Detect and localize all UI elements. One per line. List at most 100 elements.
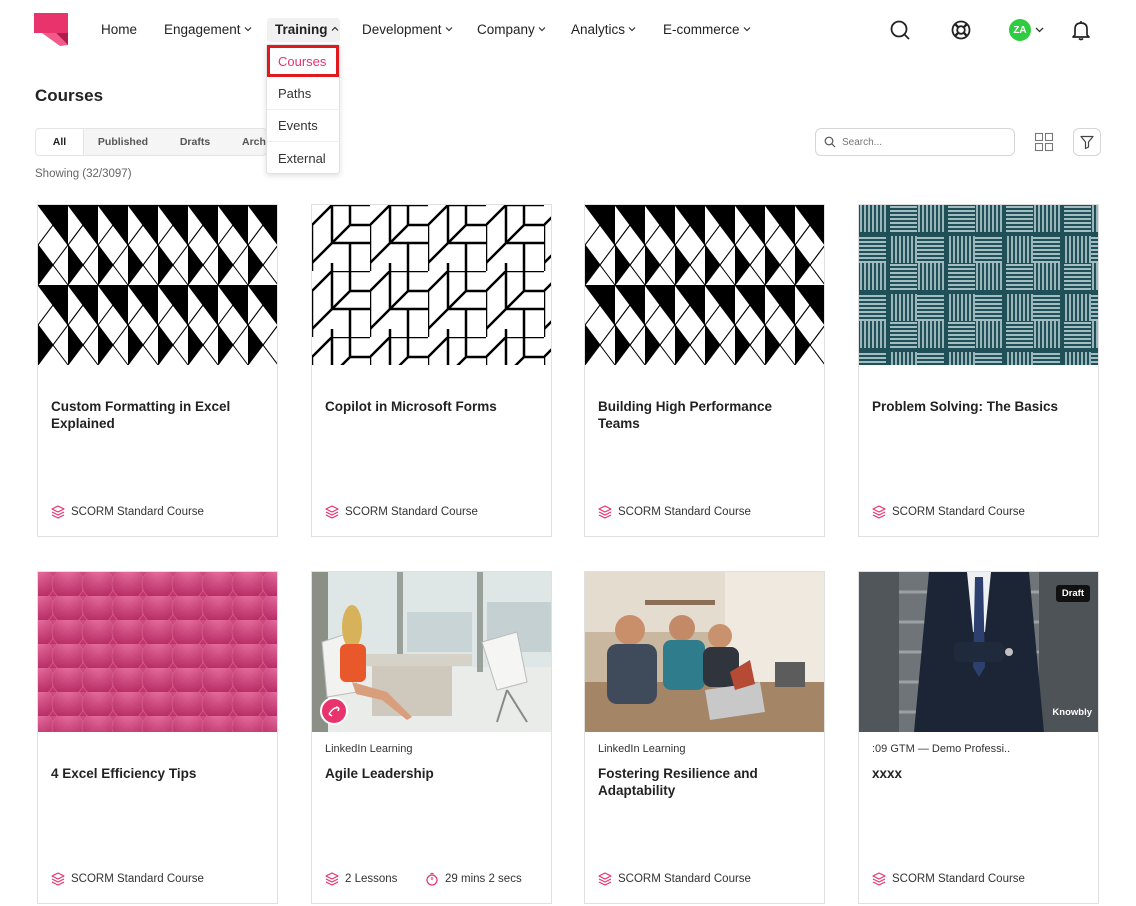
- course-card[interactable]: LinkedIn Learning Agile Leadership 2 Les…: [311, 571, 552, 904]
- menu-item-paths[interactable]: Paths: [267, 78, 339, 110]
- menu-item-courses[interactable]: Courses: [267, 45, 339, 77]
- linkedin-learning-badge-icon: [320, 697, 348, 725]
- course-thumbnail: [585, 205, 824, 365]
- course-type-label: SCORM Standard Course: [345, 506, 478, 518]
- course-type-label: SCORM Standard Course: [892, 873, 1025, 885]
- layers-icon: [325, 505, 339, 519]
- course-type-label: SCORM Standard Course: [892, 506, 1025, 518]
- layers-icon: [598, 505, 612, 519]
- nav-home-label: Home: [101, 21, 138, 37]
- search-icon: [824, 136, 836, 148]
- notification-bell-icon[interactable]: [1068, 17, 1094, 43]
- chevron-down-icon: [538, 27, 546, 32]
- nav-development[interactable]: Development: [362, 18, 453, 40]
- course-duration: 29 mins 2 secs: [425, 872, 522, 886]
- course-title: Problem Solving: The Basics: [872, 399, 1059, 414]
- course-title: 4 Excel Efficiency Tips: [51, 766, 197, 781]
- nav-company-label: Company: [477, 21, 535, 37]
- layers-icon: [51, 505, 65, 519]
- search-icon[interactable]: [887, 17, 913, 43]
- course-duration-label: 29 mins 2 secs: [445, 873, 522, 885]
- course-thumbnail: [312, 205, 551, 365]
- nav-development-label: Development: [362, 21, 442, 37]
- chevron-down-icon: [244, 27, 251, 32]
- course-thumbnail: [859, 205, 1098, 365]
- nav-home[interactable]: Home: [101, 18, 137, 40]
- nav-analytics-label: Analytics: [571, 21, 626, 37]
- filter-button[interactable]: [1073, 128, 1101, 156]
- search-input[interactable]: [842, 136, 1002, 148]
- course-type-label: SCORM Standard Course: [618, 873, 751, 885]
- layers-icon: [51, 872, 65, 886]
- course-type-label: SCORM Standard Course: [618, 506, 751, 518]
- course-lessons: 2 Lessons: [325, 872, 397, 886]
- course-card[interactable]: Custom Formatting in Excel Explained SCO…: [37, 204, 278, 537]
- course-provider: LinkedIn Learning: [325, 743, 413, 755]
- nav-ecommerce-label: E-commerce: [663, 21, 740, 37]
- chevron-down-icon[interactable]: [1035, 25, 1044, 34]
- nav-engagement-label: Engagement: [164, 21, 241, 37]
- menu-item-events[interactable]: Events: [267, 110, 339, 142]
- draft-badge: Draft: [1055, 585, 1090, 602]
- course-provider: :09 GTM — Demo Professi..: [872, 743, 1011, 755]
- course-card[interactable]: Copilot in Microsoft Forms SCORM Standar…: [311, 204, 552, 537]
- course-title: Fostering Resilience and Adaptability: [598, 766, 758, 798]
- layers-icon: [598, 872, 612, 886]
- course-type: SCORM Standard Course: [51, 505, 204, 519]
- user-avatar[interactable]: ZA: [1009, 19, 1031, 41]
- course-type: SCORM Standard Course: [325, 505, 478, 519]
- course-thumbnail: [38, 205, 277, 365]
- course-card[interactable]: 4 Excel Efficiency Tips SCORM Standard C…: [37, 571, 278, 904]
- nav-training[interactable]: Training: [275, 18, 339, 40]
- menu-item-external[interactable]: External: [267, 142, 339, 174]
- chevron-down-icon: [628, 27, 636, 32]
- course-type: SCORM Standard Course: [51, 872, 204, 886]
- grid-view-icon[interactable]: [1034, 132, 1054, 152]
- chevron-down-icon: [445, 27, 452, 32]
- tab-all[interactable]: All: [36, 129, 84, 155]
- course-title: Building High Performance Teams: [598, 399, 773, 431]
- course-title: Agile Leadership: [325, 766, 434, 781]
- layers-icon: [325, 872, 339, 886]
- course-type: SCORM Standard Course: [598, 872, 751, 886]
- course-search: [815, 128, 1015, 156]
- course-card[interactable]: Draft Knowbly :09 GTM — Demo Professi.. …: [858, 571, 1099, 904]
- nav-training-label: Training: [275, 21, 328, 37]
- course-thumbnail: [38, 572, 277, 732]
- course-provider: LinkedIn Learning: [598, 743, 686, 755]
- page-title: Courses: [35, 86, 104, 105]
- course-type-label: SCORM Standard Course: [71, 873, 204, 885]
- nav-ecommerce[interactable]: E-commerce: [663, 18, 751, 40]
- status-tabs: All Published Drafts Arch: [35, 128, 267, 156]
- course-title: xxxx: [872, 766, 903, 781]
- course-card[interactable]: Problem Solving: The Basics SCORM Standa…: [858, 204, 1099, 537]
- tab-published[interactable]: Published: [86, 129, 160, 155]
- help-lifebuoy-icon[interactable]: [948, 17, 974, 43]
- course-card[interactable]: Building High Performance Teams SCORM St…: [584, 204, 825, 537]
- nav-analytics[interactable]: Analytics: [571, 18, 636, 40]
- filter-funnel-icon: [1080, 135, 1094, 150]
- course-title: Copilot in Microsoft Forms: [325, 399, 497, 414]
- provider-watermark: Knowbly: [1052, 707, 1092, 718]
- course-type-label: SCORM Standard Course: [71, 506, 204, 518]
- chevron-up-icon: [331, 26, 338, 31]
- layers-icon: [872, 872, 886, 886]
- top-navigation-bar: Home Engagement Training Development Com…: [0, 0, 1136, 60]
- stopwatch-icon: [426, 872, 438, 886]
- chevron-down-icon: [743, 27, 750, 32]
- course-type: SCORM Standard Course: [598, 505, 751, 519]
- course-type: SCORM Standard Course: [872, 505, 1025, 519]
- layers-icon: [872, 505, 886, 519]
- nav-company[interactable]: Company: [477, 18, 546, 40]
- course-card[interactable]: LinkedIn Learning Fostering Resilience a…: [584, 571, 825, 904]
- training-dropdown-menu: Courses Paths Events External: [266, 44, 340, 174]
- course-thumbnail: [585, 572, 824, 732]
- course-title: Custom Formatting in Excel Explained: [51, 399, 231, 431]
- tab-archived[interactable]: Arch: [230, 129, 266, 155]
- logo-icon[interactable]: [34, 13, 70, 47]
- tab-drafts[interactable]: Drafts: [160, 129, 230, 155]
- nav-engagement[interactable]: Engagement: [164, 18, 252, 40]
- course-lessons-label: 2 Lessons: [345, 873, 398, 885]
- course-type: SCORM Standard Course: [872, 872, 1025, 886]
- results-count: Showing (32/3097): [35, 168, 132, 180]
